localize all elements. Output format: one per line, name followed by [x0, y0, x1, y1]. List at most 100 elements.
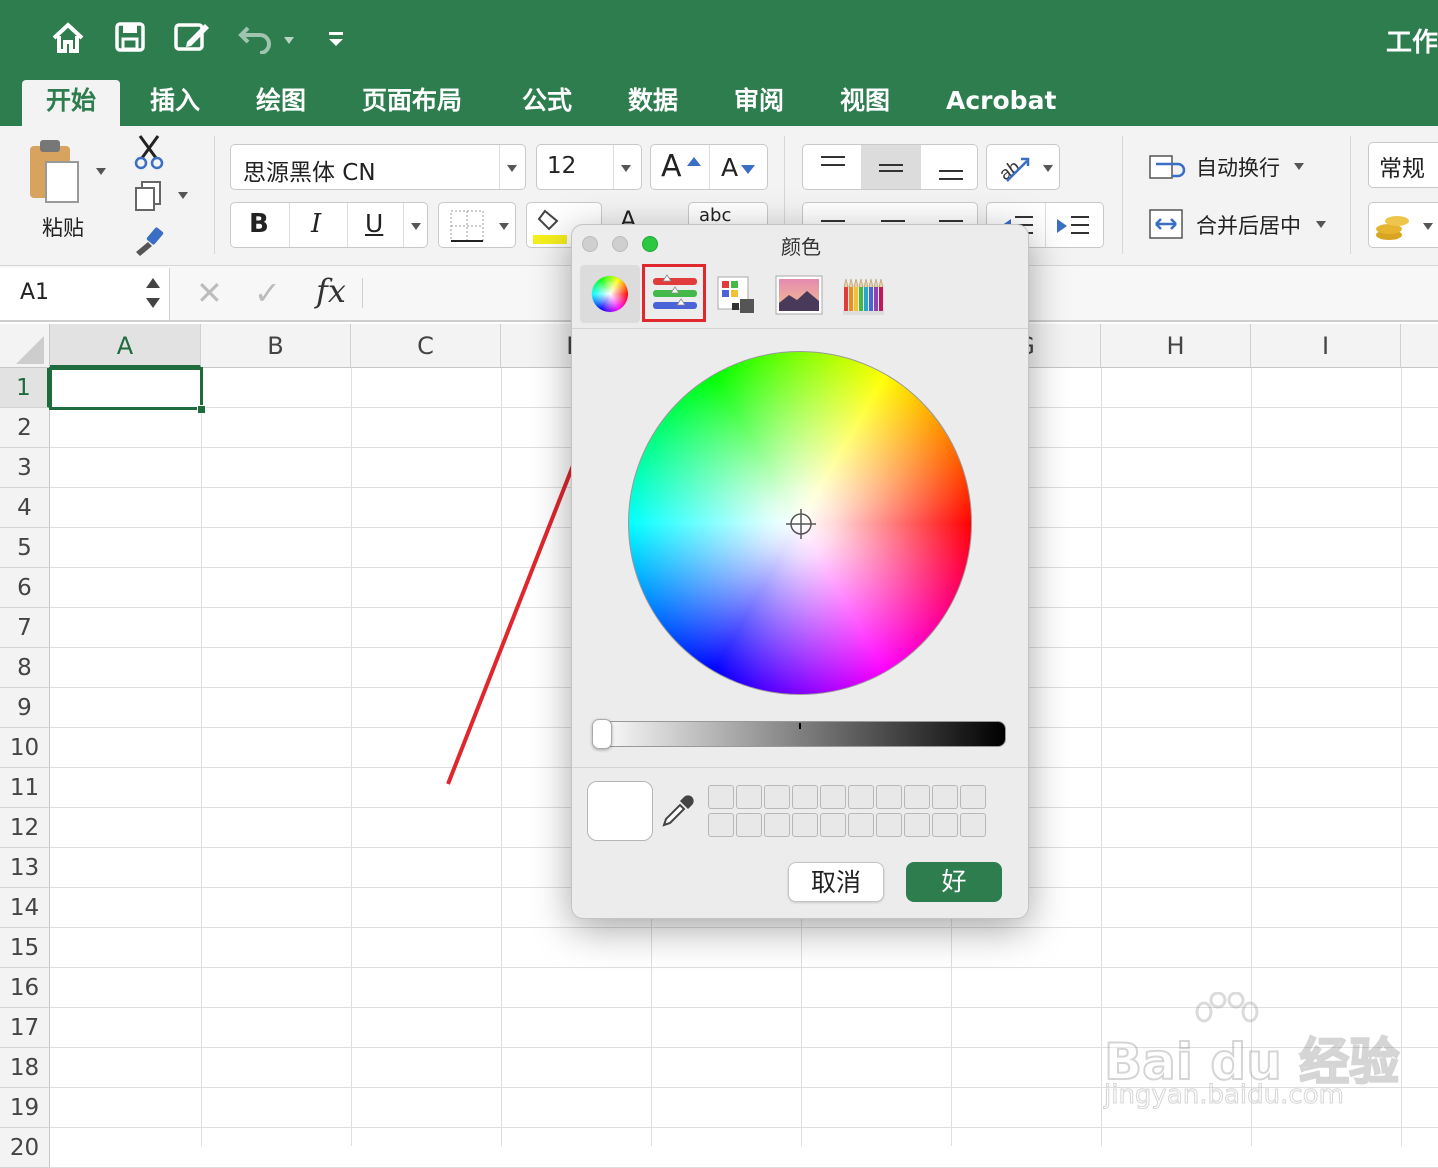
paste-dropdown-icon[interactable] [96, 168, 106, 175]
column-header-h[interactable]: H [1101, 324, 1251, 368]
pencils-mode-button[interactable] [838, 269, 890, 321]
save-icon[interactable] [110, 20, 150, 60]
crosshair-icon[interactable] [786, 509, 816, 539]
row-header[interactable]: 19 [0, 1088, 50, 1128]
row-header[interactable]: 18 [0, 1048, 50, 1088]
color-swatch-slot[interactable] [848, 785, 874, 809]
column-header-i[interactable]: I [1251, 324, 1401, 368]
brightness-slider-thumb[interactable] [592, 719, 612, 749]
grow-font-button[interactable]: A [661, 149, 682, 184]
row-header[interactable]: 8 [0, 648, 50, 688]
fill-handle[interactable] [197, 405, 206, 414]
row-header[interactable]: 14 [0, 888, 50, 928]
align-middle-button[interactable] [861, 145, 921, 189]
color-swatch-slot[interactable] [876, 813, 902, 837]
color-swatch-slot[interactable] [932, 813, 958, 837]
cancel-entry-icon[interactable]: ✕ [196, 274, 223, 312]
color-swatch-slot[interactable] [932, 785, 958, 809]
row-header[interactable]: 13 [0, 848, 50, 888]
row-header[interactable]: 7 [0, 608, 50, 648]
color-swatch-slot[interactable] [736, 813, 762, 837]
column-header-a[interactable]: A [50, 324, 201, 368]
align-bottom-button[interactable] [921, 145, 979, 189]
row-header[interactable]: 20 [0, 1128, 50, 1168]
cut-icon[interactable] [132, 134, 166, 174]
color-sliders-mode-button[interactable] [642, 264, 706, 322]
format-painter-icon[interactable] [132, 226, 166, 262]
current-color-well[interactable] [587, 781, 653, 841]
row-header[interactable]: 2 [0, 408, 50, 448]
font-name-combobox[interactable]: 思源黑体 CN [230, 144, 526, 190]
row-header[interactable]: 11 [0, 768, 50, 808]
row-header[interactable]: 16 [0, 968, 50, 1008]
number-format-combobox[interactable]: 常规 [1368, 142, 1438, 188]
edit-icon[interactable] [172, 20, 212, 60]
tab-home[interactable]: 开始 [22, 80, 120, 126]
color-swatch-slot[interactable] [708, 785, 734, 809]
color-swatch-slot[interactable] [736, 785, 762, 809]
row-header[interactable]: 3 [0, 448, 50, 488]
row-header[interactable]: 15 [0, 928, 50, 968]
underline-button[interactable]: U [365, 209, 383, 238]
borders-button[interactable] [438, 202, 516, 248]
row-header[interactable]: 5 [0, 528, 50, 568]
color-palettes-mode-button[interactable] [710, 269, 762, 321]
tab-formulas[interactable]: 公式 [522, 80, 572, 126]
color-swatch-slot[interactable] [792, 813, 818, 837]
select-all-corner[interactable] [0, 324, 50, 368]
shrink-font-button[interactable]: A [721, 153, 738, 182]
color-swatch-slot[interactable] [764, 813, 790, 837]
row-header[interactable]: 6 [0, 568, 50, 608]
copy-dropdown-icon[interactable] [178, 192, 188, 199]
eyedropper-icon[interactable] [660, 795, 694, 829]
row-header[interactable]: 1 [0, 368, 50, 408]
home-icon[interactable] [48, 20, 88, 60]
cancel-button[interactable]: 取消 [788, 862, 884, 902]
chevron-down-icon[interactable] [411, 223, 421, 230]
column-header-c[interactable]: C [351, 324, 501, 368]
italic-button[interactable]: I [311, 209, 321, 239]
orientation-button[interactable]: ab [986, 144, 1060, 190]
tab-view[interactable]: 视图 [840, 80, 890, 126]
accounting-format-button[interactable] [1368, 202, 1438, 248]
row-header[interactable]: 17 [0, 1008, 50, 1048]
color-swatch-slot[interactable] [848, 813, 874, 837]
row-header[interactable]: 10 [0, 728, 50, 768]
color-swatch-slot[interactable] [904, 813, 930, 837]
color-swatch-slot[interactable] [764, 785, 790, 809]
name-box[interactable]: A1 [0, 268, 170, 320]
row-header[interactable]: 4 [0, 488, 50, 528]
color-wheel-mode-button[interactable] [580, 265, 640, 323]
tab-draw[interactable]: 绘图 [256, 80, 306, 126]
color-swatch-slot[interactable] [820, 785, 846, 809]
confirm-entry-icon[interactable]: ✓ [254, 274, 281, 312]
color-swatch-slot[interactable] [876, 785, 902, 809]
undo-dropdown-icon[interactable] [284, 37, 294, 44]
font-size-combobox[interactable]: 12 [536, 144, 642, 190]
ok-button[interactable]: 好 [906, 862, 1002, 902]
color-swatch-slot[interactable] [904, 785, 930, 809]
tab-page-layout[interactable]: 页面布局 [362, 80, 462, 126]
paste-button[interactable] [26, 136, 86, 206]
row-header[interactable]: 9 [0, 688, 50, 728]
color-swatch-slot[interactable] [960, 785, 986, 809]
selected-cell-a1[interactable] [49, 367, 203, 410]
merge-center-button[interactable]: 合并后居中 [1148, 208, 1338, 244]
tab-acrobat[interactable]: Acrobat [946, 80, 1056, 126]
column-header-b[interactable]: B [201, 324, 351, 368]
row-header[interactable]: 12 [0, 808, 50, 848]
color-swatch-slot[interactable] [792, 785, 818, 809]
color-swatch-slot[interactable] [820, 813, 846, 837]
align-top-button[interactable] [803, 145, 861, 189]
tab-review[interactable]: 审阅 [734, 80, 784, 126]
color-swatch-slot[interactable] [708, 813, 734, 837]
tab-data[interactable]: 数据 [628, 80, 678, 126]
color-swatch-slot[interactable] [960, 813, 986, 837]
insert-function-button[interactable]: fx [316, 272, 346, 310]
copy-icon[interactable] [134, 180, 164, 216]
wrap-text-button[interactable]: 自动换行 [1148, 150, 1338, 186]
undo-icon[interactable] [236, 20, 276, 60]
customize-toolbar-icon[interactable] [316, 20, 356, 60]
increase-indent-icon[interactable] [1053, 209, 1093, 243]
tab-insert[interactable]: 插入 [150, 80, 200, 126]
